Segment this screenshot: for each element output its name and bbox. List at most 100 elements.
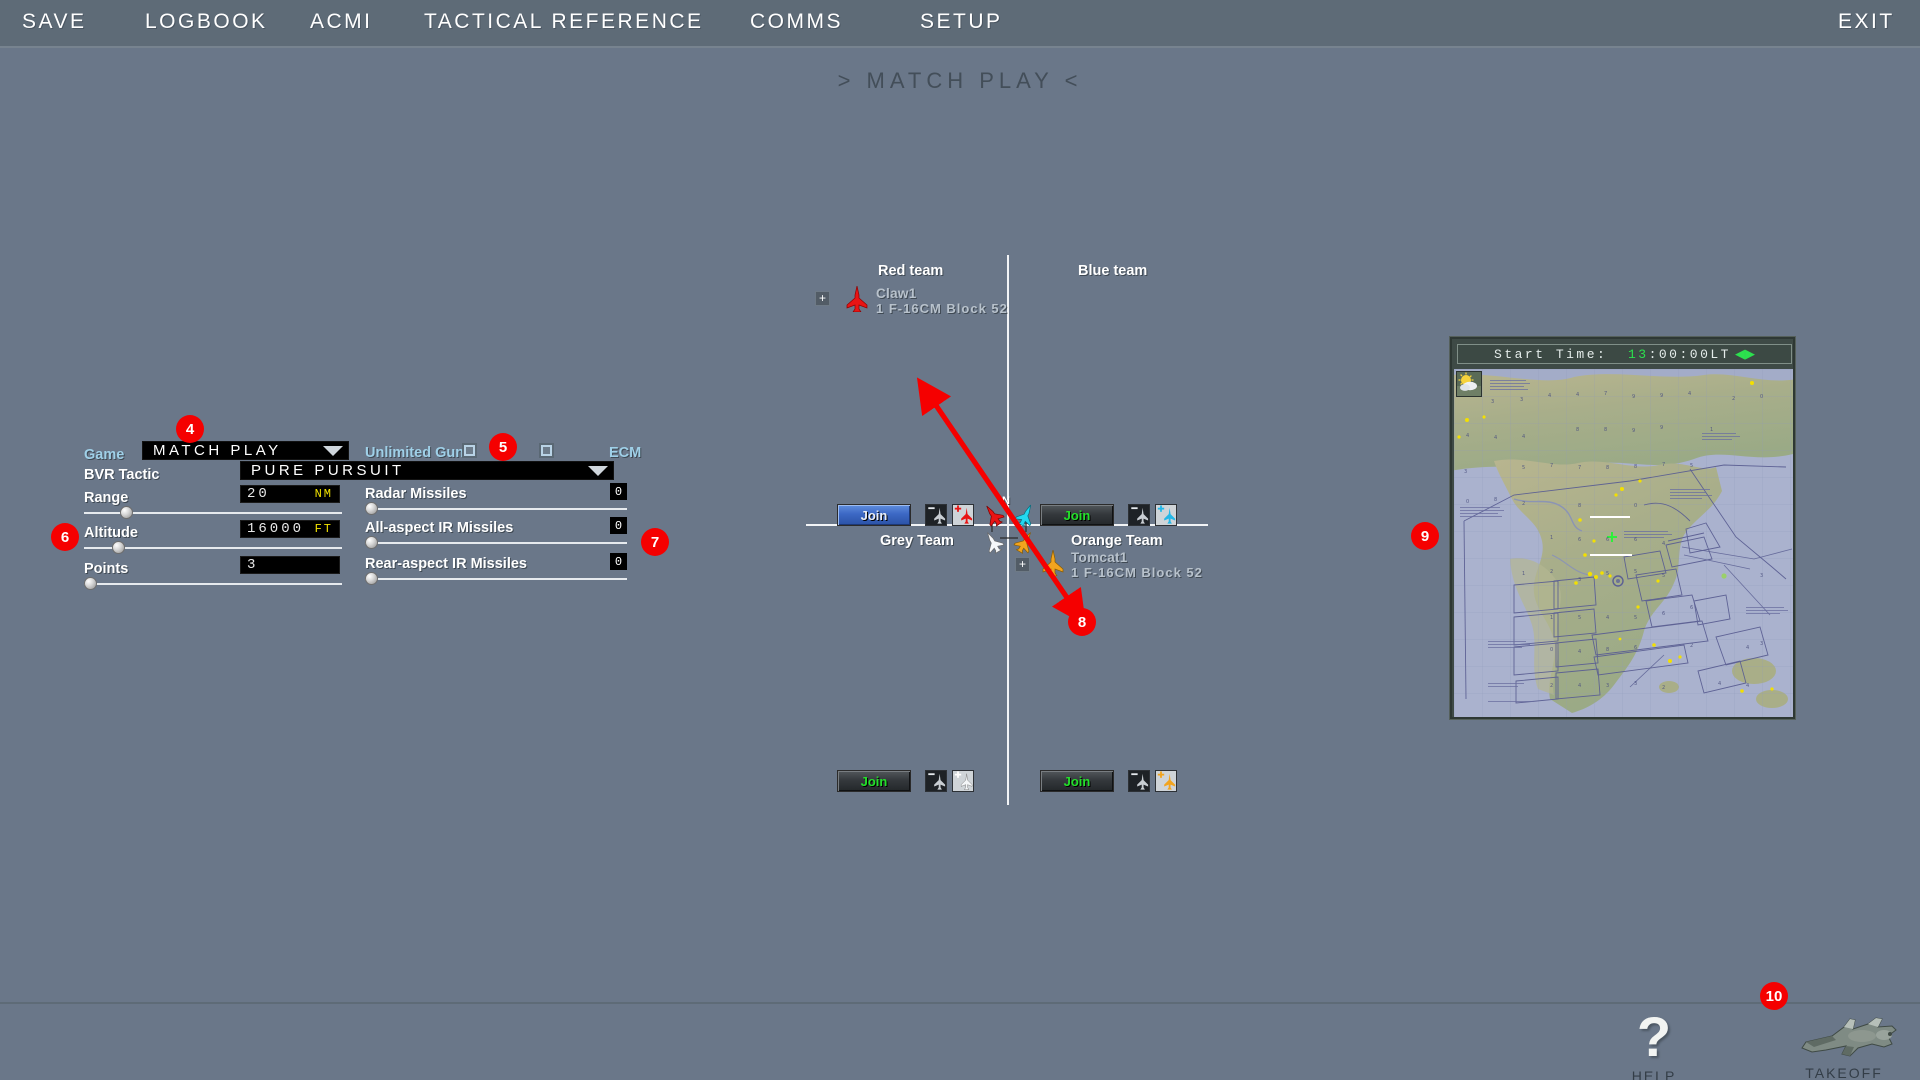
red-team-header: Red team [878,263,944,279]
korea-map-graphic: 3 34 479 9 42 0 444 889 91 35 7 788 75 0 82 … [1454,369,1793,717]
rear-aspect-ir-missiles-label: Rear-aspect IR Missiles [365,556,527,572]
quadrant-grey-jet-icon [987,532,1005,554]
points-value: 3 [247,557,259,573]
red-team-add-aircraft-button[interactable] [952,504,974,526]
svg-text:0: 0 [1466,499,1469,505]
svg-text:3: 3 [1760,641,1763,647]
svg-text:5: 5 [1522,465,1525,471]
svg-text:2: 2 [1550,683,1553,689]
radar-missiles-slider[interactable] [365,502,627,515]
takeoff-button[interactable]: TAKEOFF [1784,1012,1904,1080]
red-team-add-slot-button[interactable]: + [815,291,830,306]
svg-text:7: 7 [1604,391,1607,397]
map-canvas[interactable]: 334 479 942 0 444 889 91 357 788 75 082 … [1454,369,1793,717]
svg-text:1: 1 [1550,535,1553,541]
jet-icon [1801,1017,1897,1057]
all-aspect-ir-slider-knob[interactable] [365,536,378,549]
svg-text:8: 8 [1576,427,1579,433]
annotation-marker-6: 6 [51,523,79,551]
topbar-item-tactical-reference[interactable]: TACTICAL REFERENCE [424,10,704,34]
red-team-pilot-entry[interactable]: Claw1 1 F-16CM Block 52 [876,286,1008,316]
svg-text:6: 6 [1606,537,1609,543]
points-slider-knob[interactable] [84,577,97,590]
svg-text:5: 5 [1578,615,1581,621]
help-button[interactable]: ? HELP [1614,1005,1694,1080]
svg-text:1: 1 [1522,571,1525,577]
rear-aspect-ir-value-box: 0 [610,553,627,570]
game-select[interactable]: MATCH PLAY [142,441,349,460]
svg-text:0: 0 [1760,394,1763,400]
red-aircraft-icon [846,286,868,312]
orange-team-add-aircraft-button[interactable] [1155,770,1177,792]
start-time-remainder: :00:00 [1648,346,1711,362]
quadrant-orange-jet-icon [1013,532,1031,554]
svg-text:4: 4 [1578,649,1581,655]
blue-team-add-aircraft-button[interactable] [1155,504,1177,526]
topbar-item-exit[interactable]: EXIT [1838,10,1895,34]
range-label: Range [84,490,129,506]
orange-team-remove-aircraft-button[interactable] [1128,770,1150,792]
svg-text:6: 6 [1634,645,1637,651]
radar-missiles-slider-track [365,508,627,510]
range-slider-knob[interactable] [120,506,134,519]
red-team-remove-aircraft-button[interactable] [925,504,947,526]
ecm-label: ECM [609,445,642,461]
blue-team-join-button[interactable]: Join [1040,504,1114,526]
team-quadrant-selector[interactable]: N [980,495,1038,556]
start-time-suffix: LT [1710,346,1731,362]
svg-text:4: 4 [1746,645,1749,651]
altitude-slider[interactable] [84,541,342,554]
orange-team-pilot-callsign: Tomcat1 [1071,550,1128,565]
page-title: > MATCH PLAY < [837,68,1083,93]
grey-team-join-button[interactable]: Join [837,770,911,792]
annotation-marker-9: 9 [1411,522,1439,550]
orange-team-pilot-entry[interactable]: Tomcat1 1 F-16CM Block 52 [1071,550,1203,580]
bvr-tactic-select-value: PURE PURSUIT [251,462,405,479]
topbar-item-logbook[interactable]: LOGBOOK [145,10,268,34]
svg-text:9: 9 [1660,425,1663,431]
topbar-item-acmi[interactable]: ACMI [310,10,373,34]
unlimited-guns-checkbox[interactable] [462,443,477,458]
all-aspect-ir-slider[interactable] [365,536,627,549]
rear-aspect-ir-slider-knob[interactable] [365,572,378,585]
weather-button[interactable] [1456,371,1482,397]
range-slider[interactable] [84,506,342,519]
svg-text:2: 2 [1522,501,1525,507]
top-menu-bar: SAVE LOGBOOK ACMI TACTICAL REFERENCE COM… [0,0,1920,48]
svg-text:0: 0 [1634,503,1637,509]
orange-team-join-button[interactable]: Join [1040,770,1114,792]
svg-text:9: 9 [1660,393,1663,399]
rear-aspect-ir-slider[interactable] [365,572,627,585]
unlimited-guns-label: Unlimited Guns [365,445,473,461]
topbar-item-comms[interactable]: COMMS [750,10,843,34]
points-slider[interactable] [84,577,342,590]
topbar-item-save[interactable]: SAVE [22,10,86,34]
help-label: HELP [1631,1068,1677,1080]
altitude-slider-knob[interactable] [112,541,126,554]
grey-team-remove-aircraft-button[interactable] [925,770,947,792]
bvr-tactic-select[interactable]: PURE PURSUIT [240,461,614,480]
question-mark-icon: ? [1636,1005,1672,1068]
radar-missiles-value-box: 0 [610,483,627,500]
svg-text:5: 5 [1634,615,1637,621]
radar-missiles-slider-knob[interactable] [365,502,378,515]
topbar-item-setup[interactable]: SETUP [920,10,1003,34]
svg-text:6: 6 [1634,537,1637,543]
blue-team-remove-aircraft-button[interactable] [1128,504,1150,526]
ecm-checkbox[interactable] [539,443,554,458]
svg-text:5: 5 [1606,571,1609,577]
orange-aircraft-icon [1042,550,1064,576]
range-value: 20 [247,486,270,502]
all-aspect-ir-missiles-label: All-aspect IR Missiles [365,520,514,536]
start-time-bar[interactable]: Start Time: 13 :00:00 LT ◀▶ [1457,344,1792,364]
grey-team-add-aircraft-button[interactable] [952,770,974,792]
svg-text:1: 1 [1710,427,1713,433]
start-time-stepper-arrows[interactable]: ◀▶ [1735,347,1755,362]
svg-text:4: 4 [1522,434,1525,440]
red-team-join-button[interactable]: Join [837,504,911,526]
annotation-marker-10: 10 [1760,982,1788,1010]
start-time-hours[interactable]: 13 [1628,347,1649,362]
orange-team-add-slot-button[interactable]: + [1015,557,1030,572]
svg-text:3: 3 [1578,577,1581,583]
svg-text:9: 9 [1632,428,1635,434]
